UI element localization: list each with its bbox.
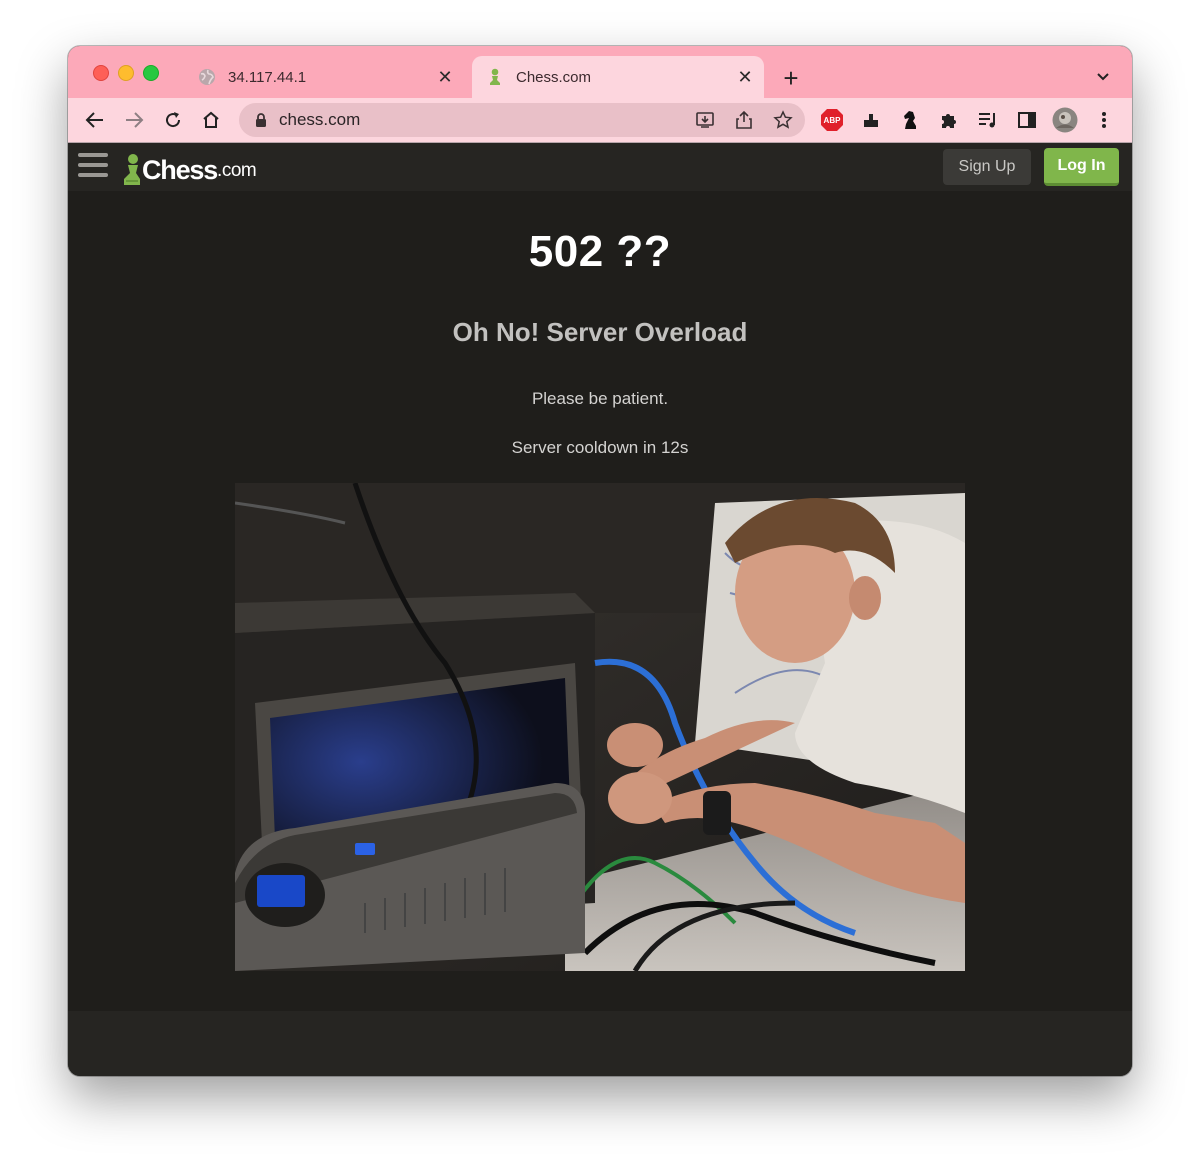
close-tab-icon[interactable]: ✕ (734, 66, 756, 88)
error-message: Please be patient. (531, 389, 669, 408)
chevron-down-icon[interactable] (1092, 66, 1114, 88)
lock-icon (255, 112, 267, 128)
chess-knight-icon[interactable] (897, 107, 923, 133)
forward-arrow-icon[interactable] (120, 106, 148, 134)
browser-window: 34.117.44.1 ✕ Chess.com ✕ + chess.com AB… (68, 46, 1132, 1076)
logo-suffix: .com (217, 160, 257, 181)
back-arrow-icon[interactable] (81, 106, 109, 134)
tab-chess-com[interactable]: Chess.com ✕ (472, 56, 764, 98)
tab-ip-address[interactable]: 34.117.44.1 ✕ (186, 56, 464, 98)
error-code: 502 ?? (528, 227, 672, 276)
close-tab-icon[interactable]: ✕ (434, 66, 456, 88)
minimize-window-button[interactable] (118, 65, 134, 81)
new-tab-icon[interactable]: + (778, 65, 804, 91)
media-queue-icon[interactable] (975, 107, 1001, 133)
logo-text: Chess (142, 155, 218, 185)
tab-title: Chess.com (516, 68, 592, 86)
error-headline: Oh No! Server Overload (452, 317, 748, 347)
maximize-window-button[interactable] (143, 65, 159, 81)
adblock-plus-icon[interactable]: ABP (819, 107, 845, 133)
site-header: Chess .com Sign Up Log In (68, 143, 1132, 191)
chess-com-logo[interactable]: Chess .com (122, 148, 257, 188)
sign-up-button[interactable]: Sign Up (943, 149, 1031, 185)
svg-text:ABP: ABP (824, 116, 842, 125)
page-footer (68, 1011, 1132, 1076)
cooldown-text: Server cooldown in 12s (511, 438, 689, 457)
browser-toolbar: chess.com ABP (68, 98, 1132, 143)
puzzle-icon[interactable] (936, 107, 962, 133)
reload-icon[interactable] (159, 106, 187, 134)
address-bar[interactable]: chess.com (239, 103, 805, 137)
server-repair-image (235, 483, 965, 971)
log-in-button[interactable]: Log In (1044, 148, 1119, 186)
close-window-button[interactable] (93, 65, 109, 81)
home-icon[interactable] (197, 106, 225, 134)
globe-icon (198, 68, 216, 86)
bookmark-star-icon[interactable] (771, 108, 795, 132)
install-app-icon[interactable] (693, 108, 717, 132)
url-text: chess.com (279, 110, 361, 129)
tab-strip: 34.117.44.1 ✕ Chess.com ✕ + (68, 46, 1132, 98)
error-page: 502 ?? Oh No! Server Overload Please be … (68, 191, 1132, 1011)
chess-pawn-logo-icon (124, 154, 140, 185)
extension-tray-icon[interactable] (858, 107, 884, 133)
chess-pawn-icon (486, 68, 504, 86)
profile-avatar[interactable] (1052, 107, 1078, 133)
more-vertical-icon[interactable] (1091, 107, 1117, 133)
tab-title: 34.117.44.1 (228, 68, 307, 86)
hamburger-menu-icon[interactable] (78, 153, 108, 181)
side-panel-icon[interactable] (1014, 107, 1040, 133)
share-icon[interactable] (732, 108, 756, 132)
